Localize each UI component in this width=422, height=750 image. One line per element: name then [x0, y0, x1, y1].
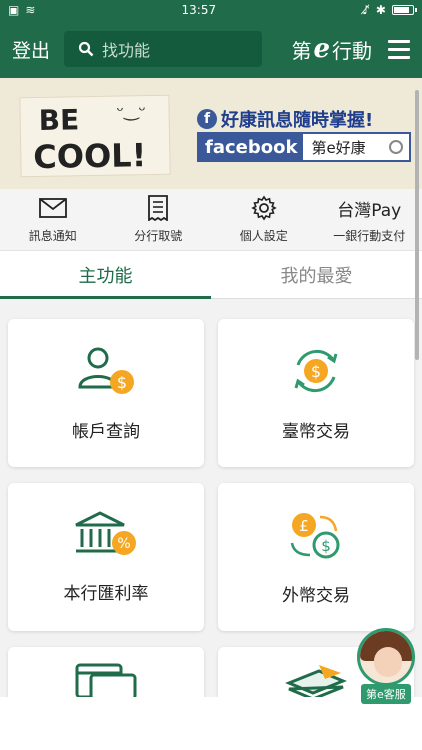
- tab-favorites[interactable]: 我的最愛: [211, 251, 422, 298]
- quick-link-notifications[interactable]: 訊息通知: [3, 195, 103, 244]
- card-bank-rates[interactable]: % 本行匯利率: [8, 483, 204, 631]
- svg-text:$: $: [311, 362, 321, 381]
- function-tabs: 主功能 我的最愛: [0, 251, 422, 299]
- status-bar: ▣ ≋ 13:57 ♪̸ ✱: [0, 0, 422, 20]
- banner-note-image: BE ᵕ‿ᵕ COOL!: [19, 94, 171, 178]
- cash-stack-icon: [285, 665, 347, 701]
- gear-icon: [251, 195, 277, 221]
- logout-button[interactable]: 登出: [12, 36, 50, 63]
- foreign-currency-exchange-icon: £ $: [290, 512, 340, 558]
- promo-banner[interactable]: BE ᵕ‿ᵕ COOL! f 好康訊息隨時掌握! facebook 第e好康: [0, 78, 422, 189]
- search-input[interactable]: 找功能: [64, 31, 263, 67]
- quick-links: 訊息通知 分行取號 個人設定 台灣Pay 一銀行動支付: [0, 189, 422, 251]
- quick-link-settings[interactable]: 個人設定: [214, 195, 314, 244]
- sim-icon: ▣: [8, 3, 20, 17]
- hamburger-menu-icon[interactable]: [388, 39, 410, 59]
- quick-link-branch-ticket[interactable]: 分行取號: [108, 195, 208, 244]
- taiwanpay-logo: 台灣Pay: [337, 200, 402, 221]
- service-badge: 第e客服: [361, 684, 411, 704]
- wifi-icon: ≋: [25, 3, 36, 17]
- card-account-inquiry[interactable]: $ 帳戶查詢: [8, 319, 204, 467]
- mute-icon: ♪̸: [362, 3, 370, 17]
- smile-icon: ᵕ‿ᵕ: [116, 100, 147, 122]
- battery-icon: [391, 5, 417, 15]
- twd-exchange-icon: $: [294, 349, 338, 392]
- mail-icon: [38, 198, 67, 218]
- card-twd-transactions[interactable]: $ 臺幣交易: [218, 319, 414, 467]
- service-avatar-icon: [357, 628, 415, 686]
- tab-main-functions[interactable]: 主功能: [0, 251, 211, 298]
- app-header: 登出 找功能 第 e 行動: [0, 20, 422, 78]
- clock: 13:57: [181, 3, 217, 17]
- cursor-hand-icon: [389, 140, 403, 154]
- search-placeholder: 找功能: [102, 41, 151, 60]
- card-foreign-currency[interactable]: £ $ 外幣交易: [218, 483, 414, 631]
- search-icon: [78, 41, 94, 57]
- scrollbar[interactable]: [415, 90, 419, 360]
- svg-text:$: $: [117, 373, 127, 392]
- facebook-icon: f: [197, 109, 217, 129]
- svg-text:%: %: [117, 536, 130, 552]
- bottom-area: [0, 697, 422, 750]
- cards-icon: [75, 663, 137, 701]
- quick-link-taiwanpay[interactable]: 台灣Pay 一銀行動支付: [319, 195, 419, 244]
- bluetooth-icon: ✱: [375, 3, 386, 17]
- svg-text:$: $: [321, 537, 331, 555]
- svg-text:£: £: [299, 517, 309, 535]
- app-logo: 第 e 行動: [291, 34, 372, 64]
- banner-slogan: f 好康訊息隨時掌握!: [197, 106, 373, 132]
- facebook-bar: facebook 第e好康: [197, 132, 411, 162]
- account-user-dollar-icon: $: [78, 347, 134, 394]
- customer-service-button[interactable]: 第e客服: [357, 628, 419, 704]
- bank-percent-icon: %: [75, 510, 136, 555]
- ticket-icon: [148, 195, 169, 221]
